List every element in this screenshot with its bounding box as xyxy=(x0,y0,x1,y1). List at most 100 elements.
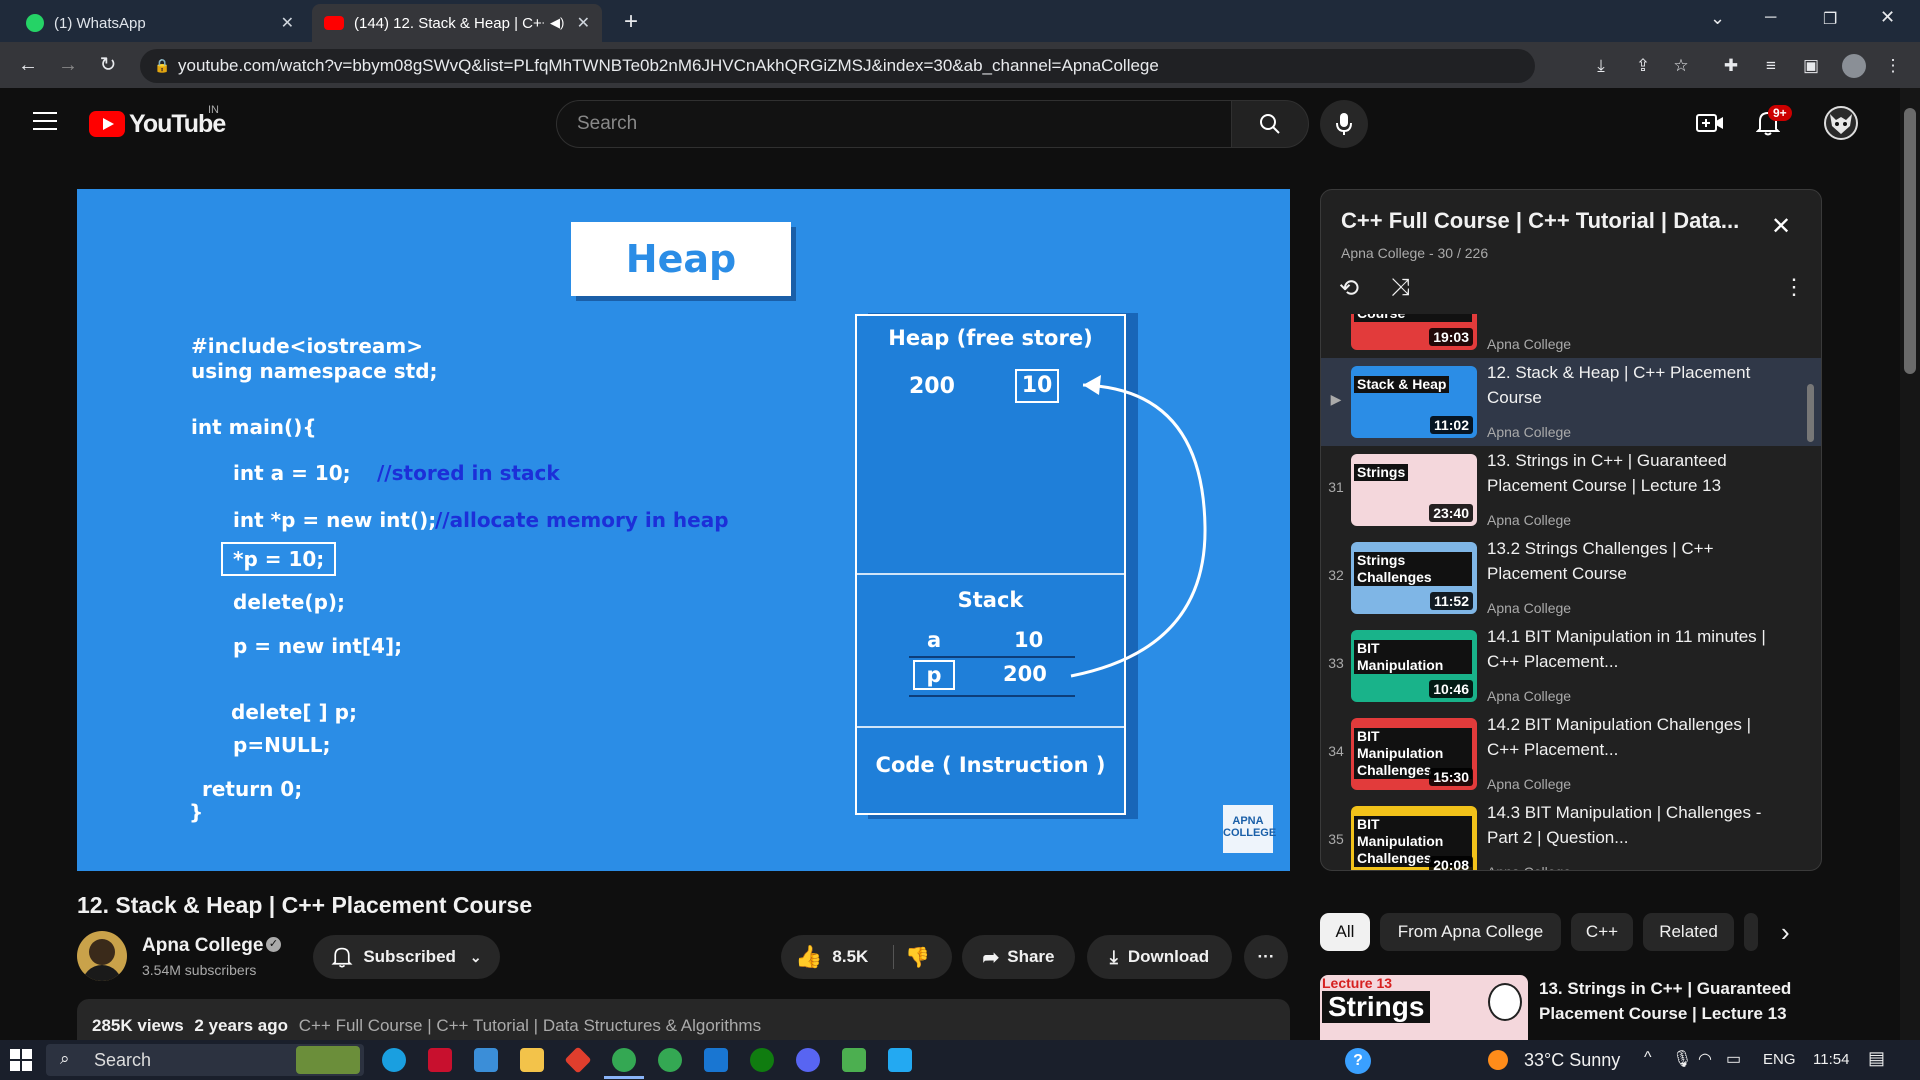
search-input[interactable]: Search xyxy=(556,100,1232,148)
store-icon[interactable] xyxy=(474,1048,498,1072)
close-tab-icon[interactable]: ✕ xyxy=(577,13,590,33)
side-panel-icon[interactable]: ▣ xyxy=(1800,55,1822,77)
page-scrollbar[interactable] xyxy=(1900,88,1920,1040)
close-playlist-icon[interactable]: ✕ xyxy=(1771,212,1791,241)
download-button[interactable]: ⤓ Download xyxy=(1087,935,1232,979)
chip-partial[interactable] xyxy=(1744,913,1758,951)
chrome-menu-icon[interactable]: ⋮ xyxy=(1882,55,1904,77)
more-actions-button[interactable]: ··· xyxy=(1244,935,1288,979)
language-indicator[interactable]: ENG xyxy=(1763,1051,1796,1068)
minimize-button[interactable]: ─ xyxy=(1765,9,1776,27)
playlist-thumbnail[interactable]: Stack & Heap 11:02 xyxy=(1351,366,1477,438)
playlist-link[interactable]: C++ Full Course | C++ Tutorial | Data St… xyxy=(299,1016,761,1035)
dislike-icon[interactable]: 👎 xyxy=(905,945,930,970)
extensions-icon[interactable]: ✚ xyxy=(1720,55,1742,77)
bookmark-star-icon[interactable]: ☆ xyxy=(1670,55,1692,77)
playlist-thumbnail[interactable]: Strings Challenges 11:52 xyxy=(1351,542,1477,614)
new-tab-button[interactable]: + xyxy=(624,8,638,36)
tab-youtube[interactable]: (144) 12. Stack & Heap | C++ ◀) ✕ xyxy=(312,4,602,42)
upload-age: 2 years ago xyxy=(194,1016,288,1035)
tab-whatsapp[interactable]: (1) WhatsApp ✕ xyxy=(14,4,306,42)
edge-icon[interactable] xyxy=(382,1048,406,1072)
playlist-thumbnail[interactable]: BIT Manipulation Challenges 15:30 xyxy=(1351,718,1477,790)
chip-next-icon[interactable]: › xyxy=(1781,917,1790,948)
scroll-thumb[interactable] xyxy=(1904,108,1916,374)
app-icon[interactable] xyxy=(428,1048,452,1072)
shuffle-icon[interactable]: ⤨ xyxy=(1391,274,1410,302)
loop-icon[interactable]: ⟲ xyxy=(1339,274,1359,303)
playlist-item[interactable]: 35 BIT Manipulation Challenges 20:08 14.3 B… xyxy=(1321,798,1821,870)
playlist-item[interactable]: 31 Strings 23:40 13. Strings in C++ | Guara… xyxy=(1321,446,1821,534)
playlist-item-title[interactable]: 14.1 BIT Manipulation in 11 minutes | C+… xyxy=(1487,624,1777,674)
search-button[interactable] xyxy=(1231,100,1309,148)
youtube-logo-icon[interactable] xyxy=(89,111,125,137)
hamburger-menu-icon[interactable] xyxy=(33,112,57,130)
create-video-icon[interactable] xyxy=(1696,111,1724,140)
playlist-thumbnail[interactable]: BIT Manipulation 10:46 xyxy=(1351,630,1477,702)
playlist-item[interactable]: C++ Placement Course19:03Guaranteed Plac… xyxy=(1321,314,1821,358)
tab-search-icon[interactable]: ⌄ xyxy=(1710,8,1725,29)
share-page-icon[interactable]: ⇪ xyxy=(1632,55,1654,77)
app-icon[interactable] xyxy=(704,1048,728,1072)
media-icon[interactable]: ≡ xyxy=(1760,55,1782,77)
weather-text[interactable]: 33°C Sunny xyxy=(1524,1050,1620,1071)
playlist-thumbnail[interactable]: Strings 23:40 xyxy=(1351,454,1477,526)
playlist-menu-icon[interactable]: ⋮ xyxy=(1783,274,1805,300)
profile-avatar[interactable] xyxy=(1842,54,1866,78)
windows-start-icon[interactable] xyxy=(10,1049,32,1071)
xbox-icon[interactable] xyxy=(750,1048,774,1072)
chip-from-apna-college[interactable]: From Apna College xyxy=(1380,913,1561,951)
wifi-icon[interactable]: ◠ xyxy=(1698,1049,1712,1069)
tray-mic-icon[interactable]: 🎙 xyxy=(1672,1049,1692,1069)
speaker-icon[interactable]: ◀) xyxy=(550,15,564,31)
playlist-item-title[interactable]: 12. Stack & Heap | C++ Placement Course xyxy=(1487,360,1777,410)
account-avatar[interactable] xyxy=(1824,106,1858,140)
chrome-icon[interactable] xyxy=(658,1048,682,1072)
playlist-item-title[interactable]: 14.2 BIT Manipulation Challenges | C++ P… xyxy=(1487,712,1777,762)
clock[interactable]: 11:54 xyxy=(1813,1051,1849,1068)
playlist-scrollbar[interactable] xyxy=(1807,384,1814,442)
playlist-item[interactable]: ▶ Stack & Heap 11:02 12. Stack & Heap | C++… xyxy=(1321,358,1821,446)
app-icon[interactable] xyxy=(842,1048,866,1072)
subscribe-button[interactable]: Subscribed ⌄ xyxy=(313,935,500,979)
channel-name[interactable]: Apna College xyxy=(142,935,263,957)
channel-avatar[interactable] xyxy=(77,931,127,981)
like-count[interactable]: 8.5K xyxy=(832,947,868,967)
chip-related[interactable]: Related xyxy=(1643,913,1734,951)
forward-icon[interactable]: → xyxy=(56,53,80,77)
close-tab-icon[interactable]: ✕ xyxy=(281,13,294,33)
playlist-item[interactable]: 34 BIT Manipulation Challenges 15:30 14.2 B… xyxy=(1321,710,1821,798)
close-window-button[interactable]: ✕ xyxy=(1880,7,1895,28)
playlist-item-title[interactable]: 14.3 BIT Manipulation | Challenges - Par… xyxy=(1487,800,1777,850)
battery-icon[interactable]: ▭ xyxy=(1726,1049,1741,1069)
vscode-icon[interactable] xyxy=(888,1048,912,1072)
back-icon[interactable]: ← xyxy=(16,53,40,77)
playlist-item-title[interactable]: 13.2 Strings Challenges | C++ Placement … xyxy=(1487,536,1777,586)
playlist-thumbnail[interactable]: BIT Manipulation Challenges 20:08 xyxy=(1351,806,1477,870)
share-button[interactable]: ➦ Share xyxy=(962,935,1075,979)
url-input[interactable]: 🔒 youtube.com/watch?v=bbym08gSWvQ&list=P… xyxy=(140,49,1535,83)
chrome-icon[interactable] xyxy=(612,1048,636,1072)
video-player[interactable]: Heap #include<iostream> using namespace … xyxy=(77,189,1290,871)
file-explorer-icon[interactable] xyxy=(520,1048,544,1072)
playlist-thumbnail[interactable]: C++ Placement Course 19:03 xyxy=(1351,314,1477,350)
playlist-item[interactable]: 32 Strings Challenges 11:52 13.2 Strings Ch… xyxy=(1321,534,1821,622)
discord-icon[interactable] xyxy=(796,1048,820,1072)
recommended-thumbnail[interactable]: Lecture 13 Strings xyxy=(1320,975,1528,1040)
playlist-item[interactable]: 33 BIT Manipulation 10:46 14.1 BIT Manipula… xyxy=(1321,622,1821,710)
install-icon[interactable]: ⤓ xyxy=(1590,55,1612,77)
chip-cpp[interactable]: C++ xyxy=(1571,913,1633,951)
taskbar-search-box[interactable]: ⌕ Search xyxy=(46,1044,364,1076)
voice-search-button[interactable] xyxy=(1320,100,1368,148)
playlist-title[interactable]: C++ Full Course | C++ Tutorial | Data... xyxy=(1341,208,1761,234)
recommended-title[interactable]: 13. Strings in C++ | Guaranteed Placemen… xyxy=(1539,976,1799,1026)
help-icon[interactable]: ? xyxy=(1345,1048,1371,1074)
reload-icon[interactable]: ↻ xyxy=(96,53,120,77)
playlist-item-title[interactable]: 13. Strings in C++ | Guaranteed Placemen… xyxy=(1487,448,1777,498)
weather-sun-icon[interactable] xyxy=(1488,1050,1508,1070)
tray-chevron-icon[interactable]: ^ xyxy=(1644,1049,1652,1067)
chip-all[interactable]: All xyxy=(1320,913,1370,951)
like-icon[interactable]: 👍 xyxy=(795,944,822,970)
maximize-button[interactable]: ❐ xyxy=(1823,9,1837,29)
notification-center-icon[interactable]: ▤ xyxy=(1868,1048,1885,1069)
